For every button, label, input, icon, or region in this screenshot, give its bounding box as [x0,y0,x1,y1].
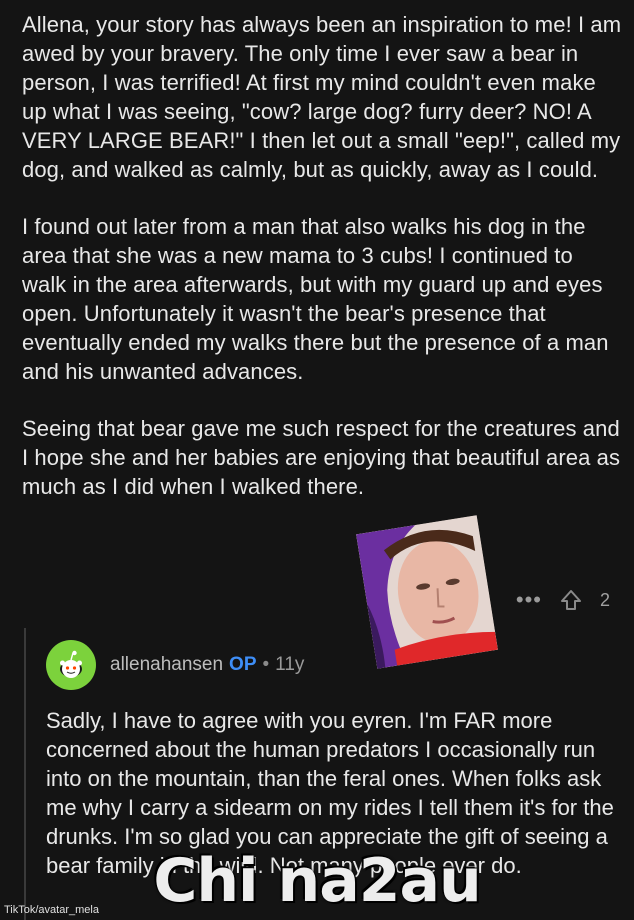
reply-header: allenahansen OP • 11y [46,640,626,690]
upvote-arrow-icon[interactable] [560,589,582,611]
comment-paragraph: Allena, your story has always been an in… [22,12,622,182]
reply-comment: allenahansen OP • 11y Sadly, I have to a… [46,640,626,880]
parent-comment: Allena, your story has always been an in… [22,10,622,529]
image-credit: TikTok/avatar_mela [4,904,99,916]
meta-separator: • [262,654,270,675]
face-sticker-image [356,515,498,669]
reply-username[interactable]: allenahansen [110,654,223,676]
comment-actions: ••• 2 [516,588,610,612]
op-badge: OP [229,654,257,675]
reply-age: 11y [275,654,305,675]
comment-paragraph: I found out later from a man that also w… [22,214,609,384]
reddit-snoo-avatar-icon[interactable] [46,640,96,690]
more-options-icon[interactable]: ••• [516,589,542,611]
comment-paragraph: Seeing that bear gave me such respect fo… [22,416,621,499]
vote-count: 2 [599,589,610,610]
